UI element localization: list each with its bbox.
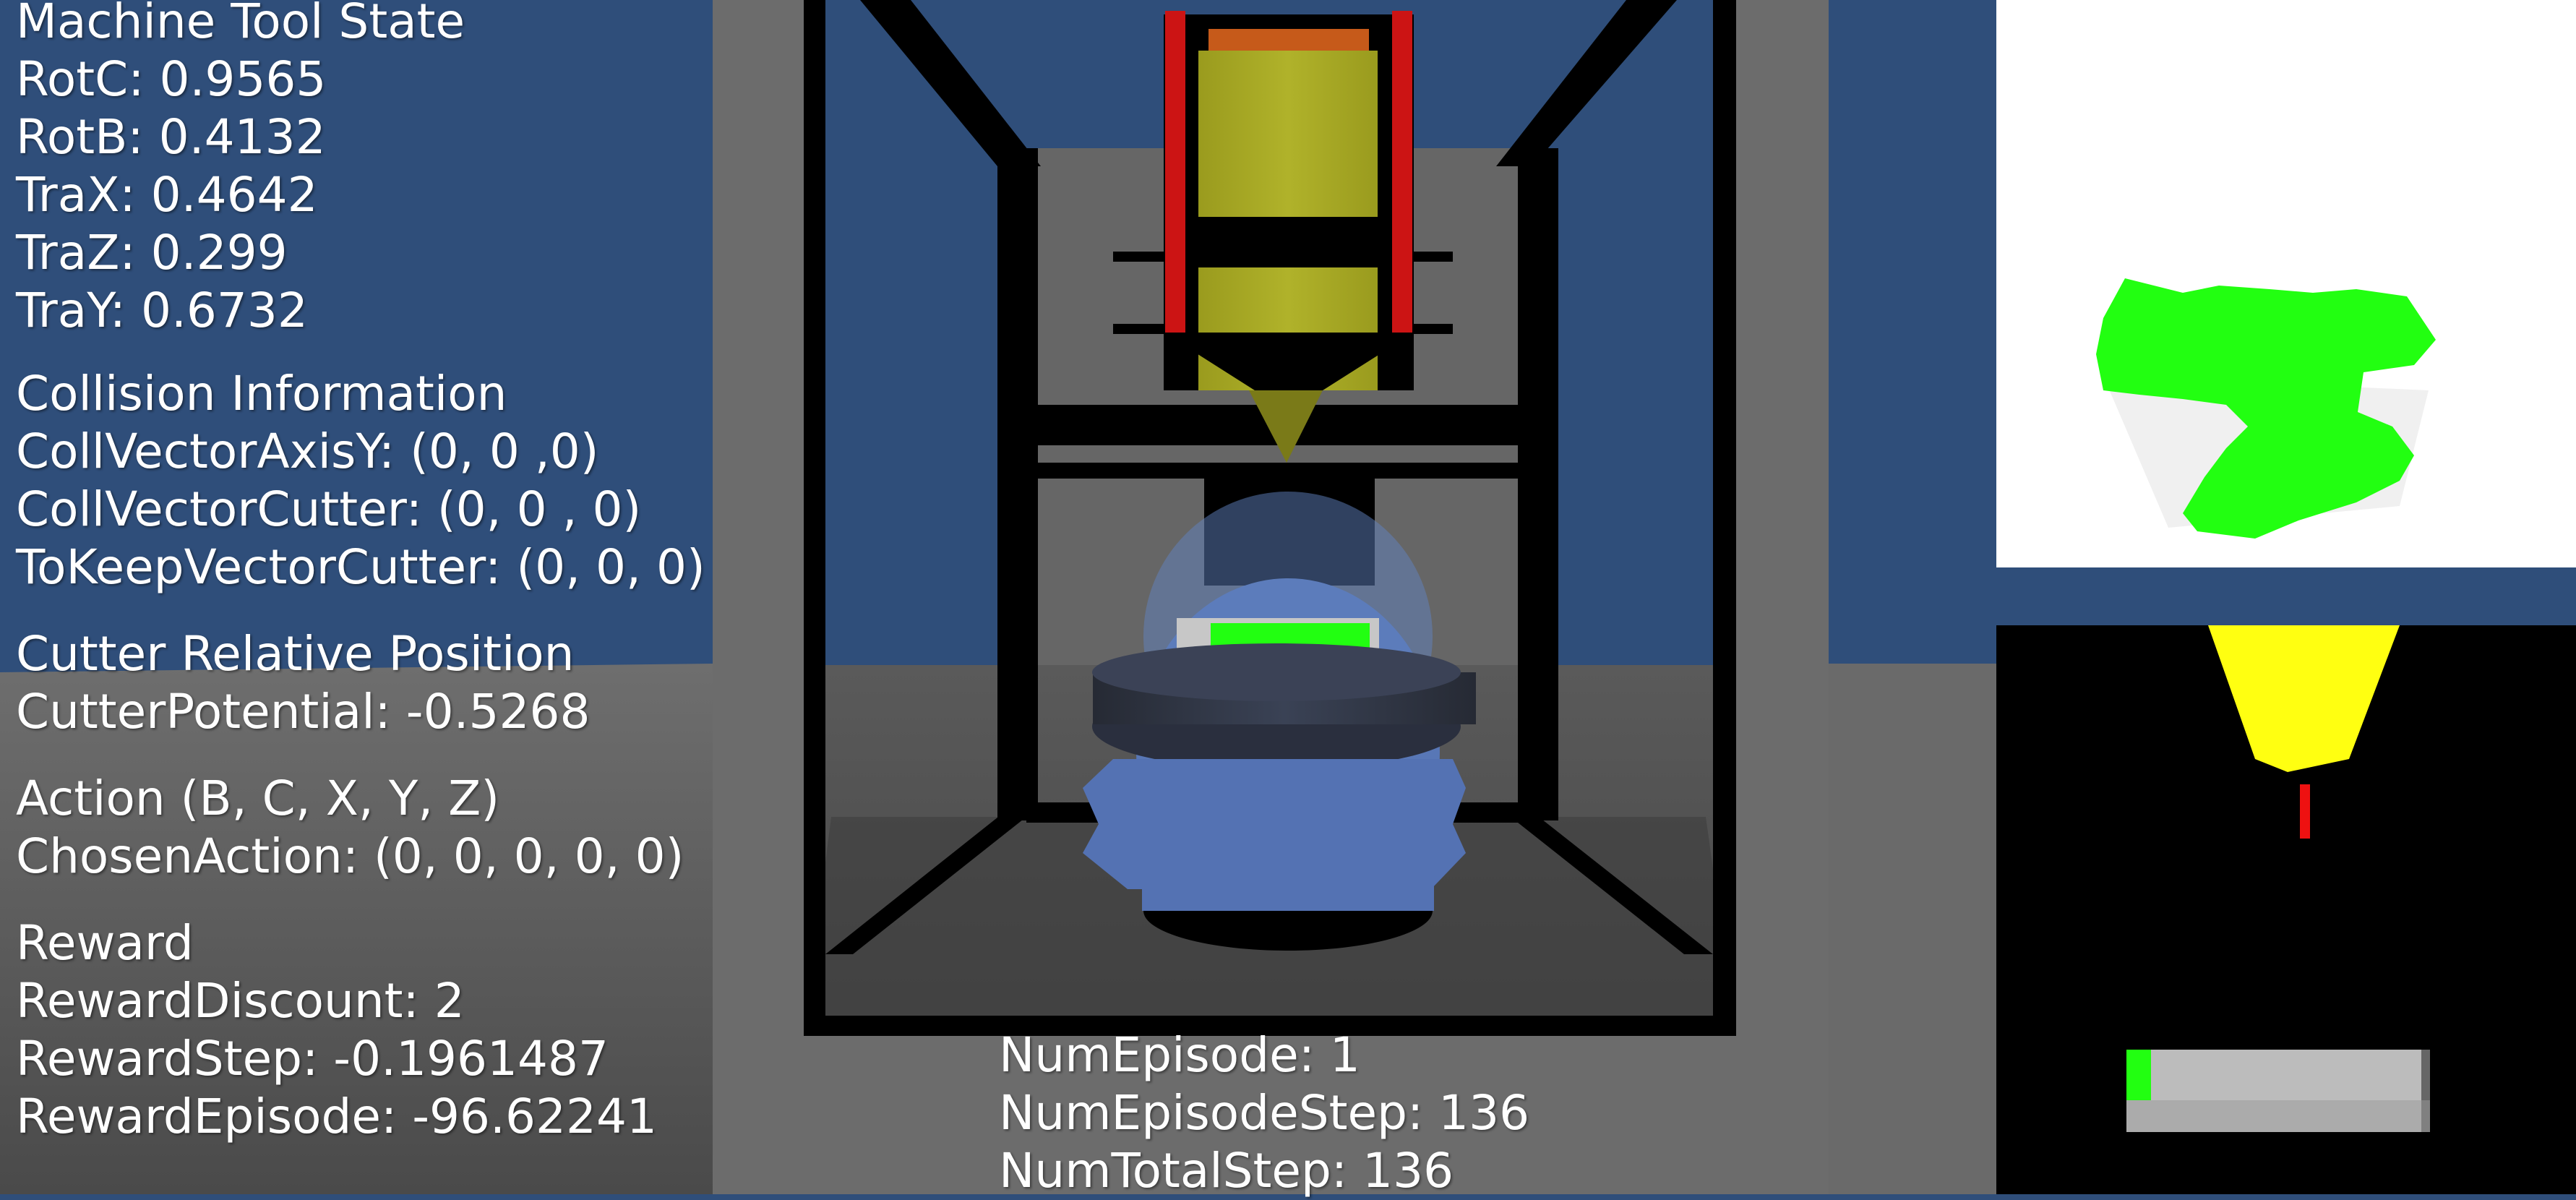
action-heading: Action (B, C, X, Y, Z) bbox=[16, 771, 500, 826]
coll-vector-cutter: CollVectorCutter: (0, 0 , 0) bbox=[16, 481, 642, 537]
cutter-relative-position-section: Cutter Relative Position CutterPotential… bbox=[16, 625, 591, 741]
rotb-value: RotB: 0.4132 bbox=[16, 109, 326, 165]
machine-tool-state-heading: Machine Tool State bbox=[16, 0, 465, 49]
num-total-step: NumTotalStep: 136 bbox=[999, 1143, 1454, 1199]
reward-discount: RewardDiscount: 2 bbox=[16, 973, 465, 1029]
traz-value: TraZ: 0.299 bbox=[16, 225, 288, 280]
collision-information-section: Collision Information CollVectorAxisY: (… bbox=[16, 365, 705, 596]
reward-episode: RewardEpisode: -96.62241 bbox=[16, 1089, 657, 1144]
reward-step: RewardStep: -0.1961487 bbox=[16, 1031, 609, 1087]
rail-right bbox=[1392, 11, 1412, 333]
rail-left bbox=[1165, 11, 1185, 333]
machine-tool-state-section: Machine Tool State RotC: 0.9565 RotB: 0.… bbox=[16, 0, 465, 340]
coll-vector-axis-y: CollVectorAxisY: (0, 0 ,0) bbox=[16, 424, 599, 479]
trax-value: TraX: 0.4642 bbox=[16, 167, 318, 223]
num-episode-step: NumEpisodeStep: 136 bbox=[999, 1085, 1530, 1141]
to-keep-vector-cutter: ToKeepVectorCutter: (0, 0, 0) bbox=[16, 539, 705, 595]
chosen-action: ChosenAction: (0, 0, 0, 0, 0) bbox=[16, 828, 684, 884]
tray-value: TraY: 0.6732 bbox=[16, 283, 308, 338]
cutter-view-progress-fill bbox=[2126, 1050, 2151, 1100]
num-episode: NumEpisode: 1 bbox=[999, 1027, 1360, 1083]
rotc-value: RotC: 0.9565 bbox=[16, 51, 327, 107]
cutter-relative-position-heading: Cutter Relative Position bbox=[16, 626, 575, 682]
cutter-potential: CutterPotential: -0.5268 bbox=[16, 684, 591, 740]
action-section: Action (B, C, X, Y, Z) ChosenAction: (0,… bbox=[16, 770, 684, 886]
collision-information-heading: Collision Information bbox=[16, 366, 507, 421]
reward-heading: Reward bbox=[16, 915, 194, 971]
episode-stats-section: NumEpisode: 1 NumEpisodeStep: 136 NumTot… bbox=[999, 1027, 1529, 1200]
reward-section: Reward RewardDiscount: 2 RewardStep: -0.… bbox=[16, 914, 657, 1146]
